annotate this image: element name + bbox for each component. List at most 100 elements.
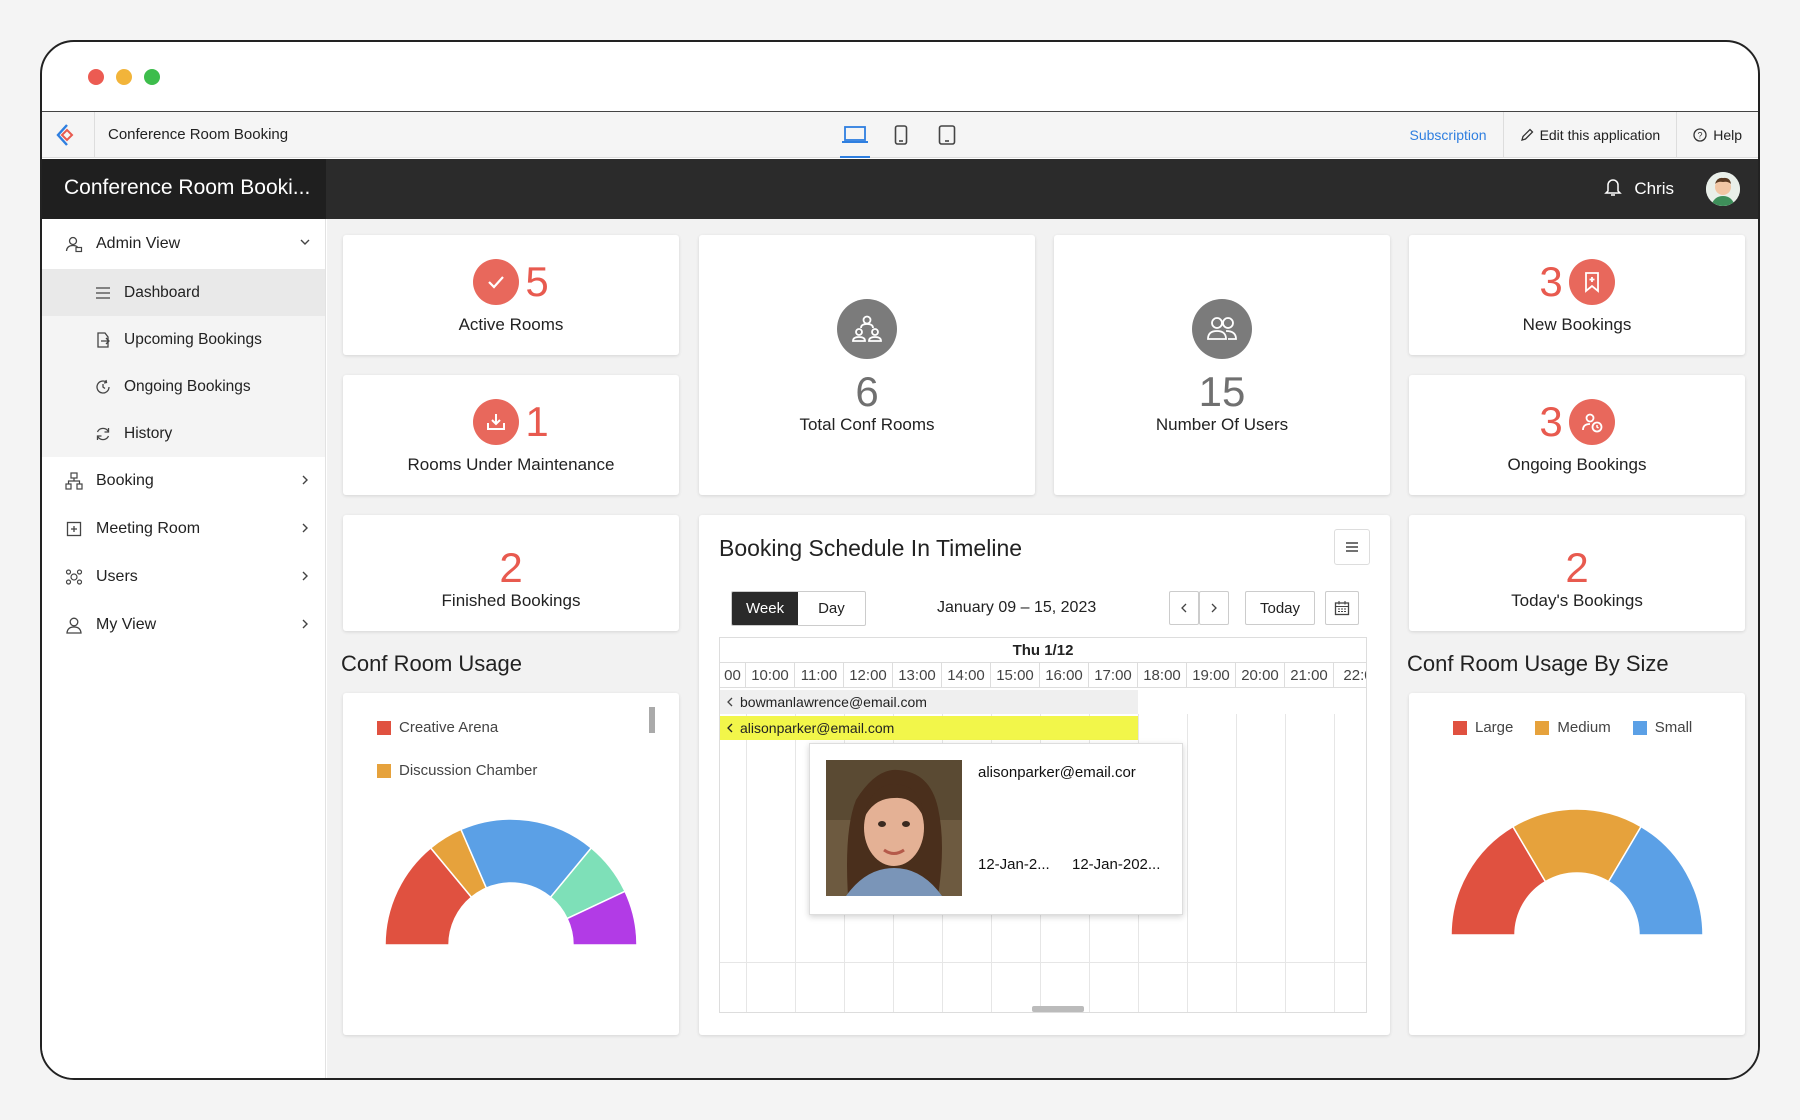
ongoing-bookings-card[interactable]: 3 Ongoing Bookings <box>1409 375 1745 495</box>
tab-day[interactable]: Day <box>798 592 865 625</box>
prev-week-button[interactable] <box>1169 591 1199 625</box>
bell-icon[interactable] <box>1604 177 1622 202</box>
donut-slice[interactable] <box>1511 808 1643 883</box>
chevron-right-icon <box>299 521 311 539</box>
window-titlebar <box>42 42 1758 112</box>
users-count-label: Number Of Users <box>1155 415 1289 434</box>
new-bookings-card[interactable]: 3 New Bookings <box>1409 235 1745 355</box>
chart-legend: Large Medium Small <box>1453 719 1692 736</box>
donut-slice[interactable] <box>1450 825 1547 936</box>
hour-label: 15:00 <box>991 663 1040 687</box>
usage-by-size-title: Conf Room Usage By Size <box>1407 651 1669 676</box>
hour-label: 14:00 <box>942 663 991 687</box>
donut-slice[interactable] <box>549 846 627 920</box>
hour-label: 21:00 <box>1285 663 1334 687</box>
sidebar-item-my-view[interactable]: My View <box>42 601 325 649</box>
hour-label: 17:00 <box>1089 663 1138 687</box>
timeline-title: Booking Schedule In Timeline <box>719 535 1023 561</box>
finished-bookings-count: 2 <box>499 544 523 591</box>
app-window: Conference Room Booking Subscription Edi… <box>40 40 1760 1080</box>
refresh-icon <box>94 425 112 443</box>
menu-icon[interactable] <box>1334 529 1370 565</box>
tab-week[interactable]: Week <box>732 592 799 625</box>
chevron-right-icon <box>299 473 311 491</box>
sidebar-item-label: Meeting Room <box>96 520 201 537</box>
donut-slice[interactable] <box>1607 825 1704 936</box>
dashboard-content: 5 Active Rooms 1 Rooms Under Maintenance… <box>327 219 1758 1078</box>
subscription-link[interactable]: Subscription <box>1394 112 1503 158</box>
legend-item[interactable]: Creative Arena <box>377 719 637 736</box>
today-button[interactable]: Today <box>1245 591 1315 625</box>
donut-slice[interactable] <box>459 818 593 899</box>
calendar-button[interactable] <box>1325 591 1359 625</box>
legend-swatch <box>377 720 391 735</box>
sidebar-item-label: History <box>124 424 173 442</box>
legend-item[interactable]: Large <box>1453 719 1513 736</box>
donut-slice[interactable] <box>429 828 488 899</box>
door-icon <box>64 519 84 539</box>
edit-application-button[interactable]: Edit this application <box>1502 112 1677 158</box>
sidebar-item-label: Ongoing Bookings <box>124 377 251 395</box>
legend-item[interactable]: Small <box>1632 719 1692 736</box>
app-logo-icon[interactable] <box>54 122 80 148</box>
sidebar-item-ongoing-bookings[interactable]: Ongoing Bookings <box>42 363 325 410</box>
sidebar-item-label: Booking <box>96 472 154 489</box>
chevron-right-icon <box>1211 603 1217 613</box>
device-preview-switcher <box>840 120 962 158</box>
donut-slice[interactable] <box>384 846 473 946</box>
hour-label: 00 <box>720 663 746 687</box>
active-rooms-count: 5 <box>525 258 549 305</box>
total-rooms-count: 6 <box>855 368 879 415</box>
close-window-button[interactable] <box>88 69 104 85</box>
avatar[interactable] <box>1706 172 1740 206</box>
conf-room-usage-chart: Creative Arena Discussion Chamber <box>343 693 679 1035</box>
sidebar-item-label: Dashboard <box>124 283 200 301</box>
legend-scrollbar[interactable] <box>649 707 655 733</box>
help-button[interactable]: ? Help <box>1676 112 1758 158</box>
brand-title: Conference Room Booki... <box>42 159 326 219</box>
edit-application-label: Edit this application <box>1539 127 1661 143</box>
sidebar-item-admin-view[interactable]: Admin View <box>42 219 325 269</box>
legend-item[interactable]: Medium <box>1535 719 1611 736</box>
sidebar-item-dashboard[interactable]: Dashboard <box>42 269 325 316</box>
next-week-button[interactable] <box>1199 591 1229 625</box>
users-count-card[interactable]: 15 Number Of Users <box>1054 235 1390 495</box>
todays-bookings-label: Today's Bookings <box>1511 591 1643 610</box>
active-rooms-card[interactable]: 5 Active Rooms <box>343 235 679 355</box>
sidebar-item-booking[interactable]: Booking <box>42 457 325 505</box>
desktop-preview-icon[interactable] <box>840 120 870 158</box>
maximize-window-button[interactable] <box>144 69 160 85</box>
minimize-window-button[interactable] <box>116 69 132 85</box>
maintenance-card[interactable]: 1 Rooms Under Maintenance <box>343 375 679 495</box>
legend-label: Discussion Chamber <box>399 762 538 779</box>
sidebar-item-label: Users <box>96 568 138 585</box>
calendar-icon <box>1334 601 1350 616</box>
date-range: January 09 – 15, 2023 <box>937 599 1097 616</box>
timeline-scrollbar[interactable] <box>1032 1006 1084 1012</box>
sidebar-item-upcoming-bookings[interactable]: Upcoming Bookings <box>42 316 325 363</box>
maintenance-label: Rooms Under Maintenance <box>407 455 615 474</box>
pencil-icon <box>1520 128 1533 141</box>
finished-bookings-card[interactable]: 2 Finished Bookings <box>343 515 679 631</box>
app-header: Conference Room Booki... Chris <box>42 159 1758 219</box>
maintenance-count: 1 <box>525 398 549 445</box>
booking-tooltip: alisonparker@email.cor 12-Jan-2... 12-Ja… <box>809 743 1183 915</box>
todays-bookings-card[interactable]: 2 Today's Bookings <box>1409 515 1745 631</box>
chevron-left-icon <box>727 697 733 707</box>
booking-row[interactable]: alisonparker@email.com <box>720 716 1138 740</box>
legend-swatch <box>1453 720 1467 735</box>
mobile-preview-icon[interactable] <box>886 120 916 150</box>
sidebar-item-history[interactable]: History <box>42 410 325 457</box>
tooltip-start-date: 12-Jan-2... <box>978 856 1050 873</box>
legend-item[interactable]: Discussion Chamber <box>377 762 637 779</box>
new-bookings-count: 3 <box>1539 258 1563 305</box>
total-rooms-card[interactable]: 6 Total Conf Rooms <box>699 235 1035 495</box>
booker-photo <box>826 760 962 896</box>
user-name[interactable]: Chris <box>1634 179 1674 199</box>
tablet-preview-icon[interactable] <box>932 120 962 150</box>
donut-slice[interactable] <box>566 890 638 946</box>
sidebar-item-users[interactable]: Users <box>42 553 325 601</box>
booking-row[interactable]: bowmanlawrence@email.com <box>720 690 1138 714</box>
legend-label: Large <box>1475 719 1514 736</box>
sidebar-item-meeting-room[interactable]: Meeting Room <box>42 505 325 553</box>
